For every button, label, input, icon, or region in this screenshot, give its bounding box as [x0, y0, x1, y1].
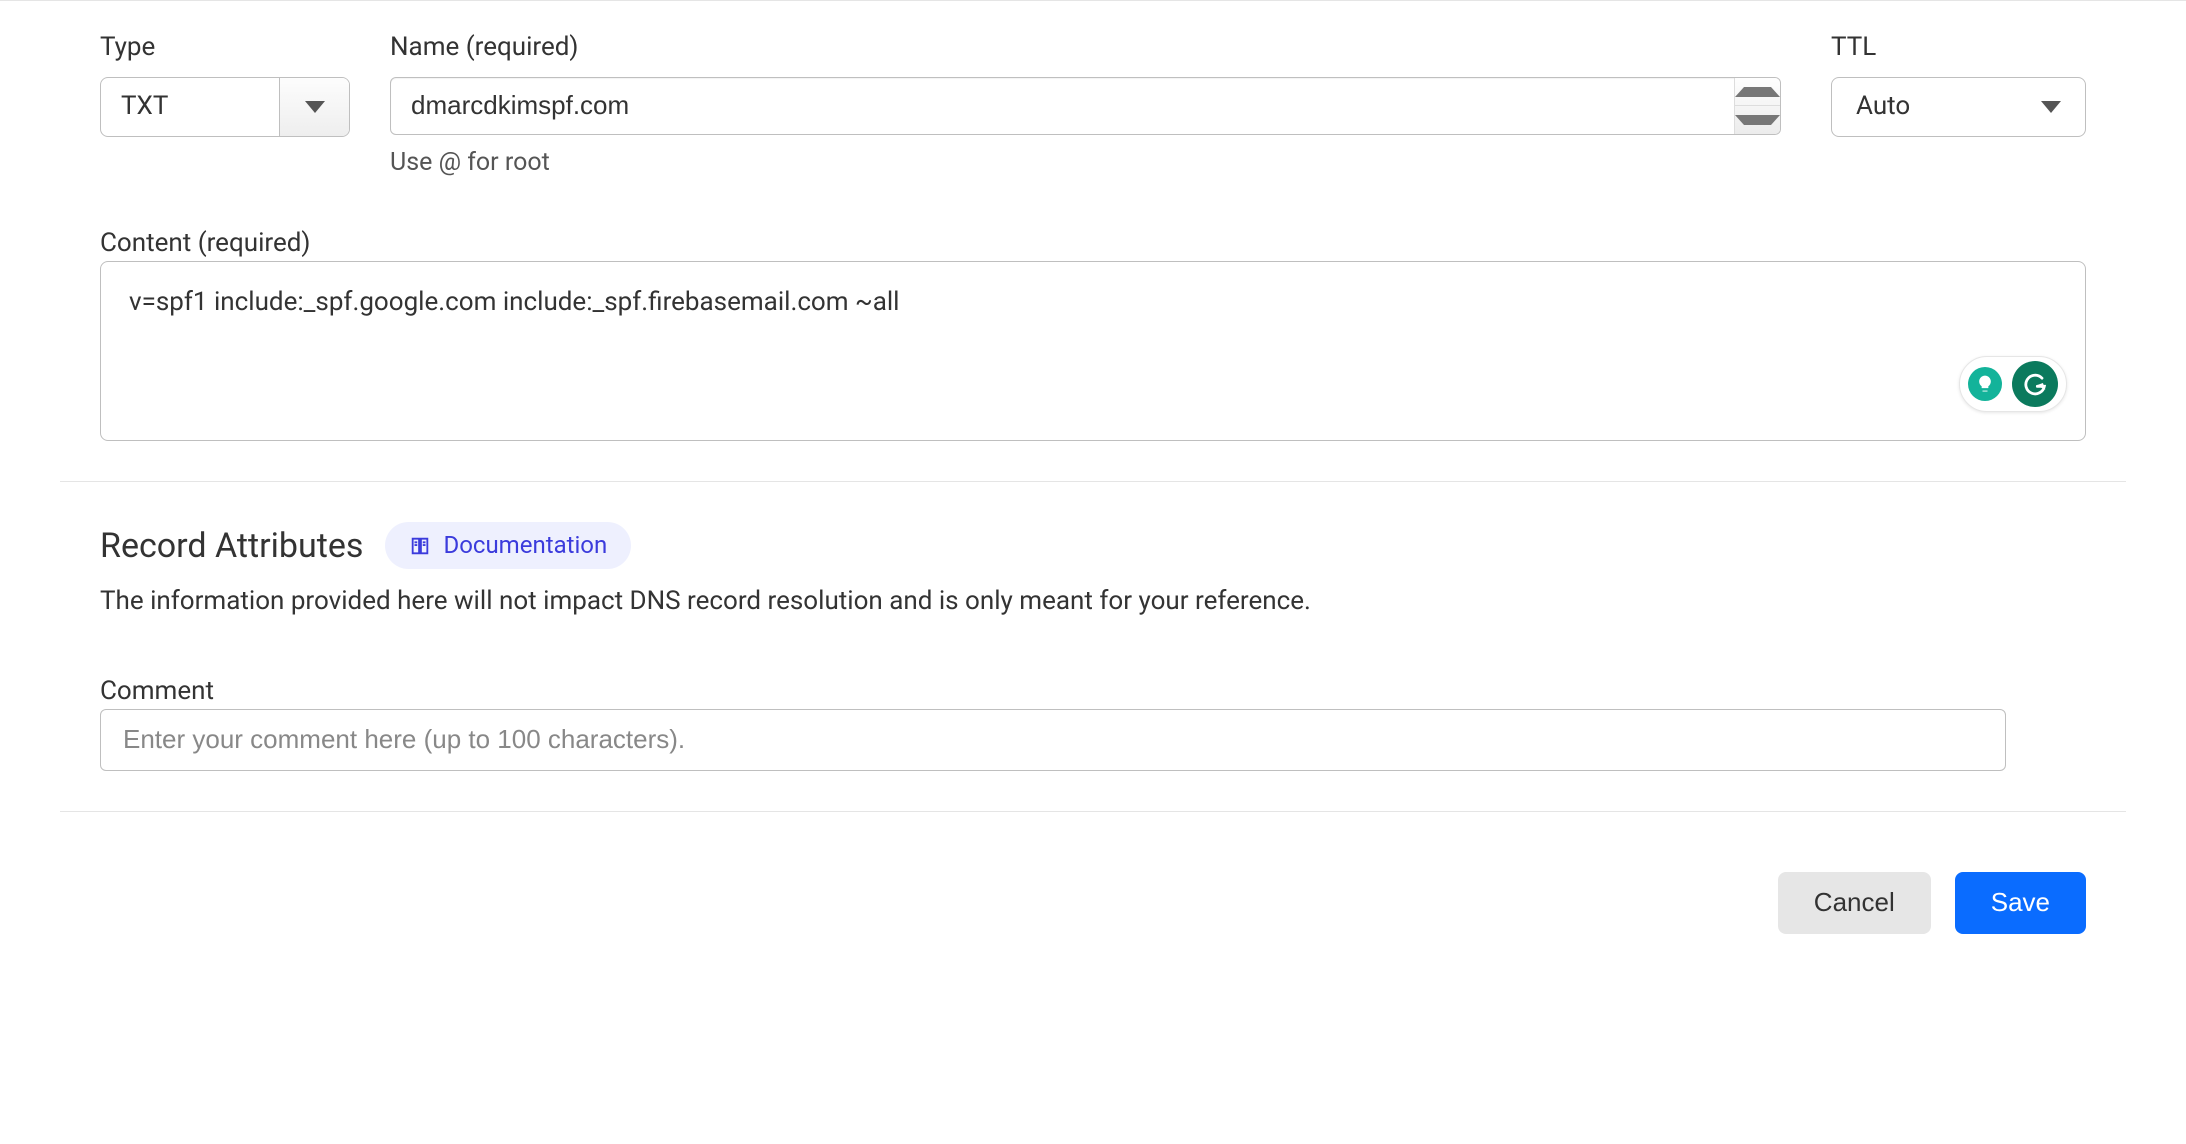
caret-down-icon: [305, 101, 325, 113]
content-value: v=spf1 include:_spf.google.com include:_…: [129, 287, 899, 317]
name-spin-down[interactable]: [1735, 105, 1780, 134]
documentation-link[interactable]: Documentation: [385, 522, 631, 569]
chevron-up-icon: [1735, 87, 1780, 97]
comment-input[interactable]: [100, 709, 2006, 771]
name-field-group: Name (required) Use @ for root: [390, 31, 1781, 179]
grammarly-widget[interactable]: [1959, 356, 2067, 412]
type-field-group: Type TXT: [100, 31, 350, 179]
type-label: Type: [100, 31, 350, 65]
record-attributes-description: The information provided here will not i…: [100, 585, 2006, 619]
top-row: Type TXT Name (required) Use @ for root: [60, 1, 2126, 179]
comment-label: Comment: [100, 676, 214, 706]
ttl-field-group: TTL Auto: [1831, 31, 2086, 179]
book-icon: [409, 535, 431, 557]
documentation-label: Documentation: [443, 530, 607, 561]
name-spin-buttons: [1734, 78, 1780, 134]
ttl-label: TTL: [1831, 31, 2086, 65]
name-input[interactable]: [391, 78, 1734, 134]
record-attributes-section: Record Attributes Documentation The info…: [60, 522, 2126, 771]
name-combobox[interactable]: [390, 77, 1781, 135]
record-attributes-title: Record Attributes: [100, 524, 363, 568]
type-select[interactable]: TXT: [100, 77, 350, 137]
ttl-value: Auto: [1856, 90, 1910, 124]
name-label: Name (required): [390, 31, 1781, 65]
content-field-group: Content (required) v=spf1 include:_spf.g…: [60, 227, 2126, 441]
type-value: TXT: [101, 78, 279, 136]
name-spin-up[interactable]: [1735, 78, 1780, 106]
content-textarea[interactable]: v=spf1 include:_spf.google.com include:_…: [100, 261, 2086, 441]
name-hint: Use @ for root: [390, 147, 1781, 180]
form-footer: Cancel Save: [60, 872, 2126, 934]
content-label: Content (required): [100, 228, 310, 258]
dns-record-form: Type TXT Name (required) Use @ for root: [0, 0, 2186, 1144]
type-dropdown-button[interactable]: [279, 78, 349, 136]
record-attributes-header: Record Attributes Documentation: [100, 522, 2006, 569]
chevron-down-icon: [1735, 115, 1780, 125]
lightbulb-icon: [1968, 367, 2002, 401]
save-button[interactable]: Save: [1955, 872, 2086, 934]
ttl-select[interactable]: Auto: [1831, 77, 2086, 137]
cancel-button[interactable]: Cancel: [1778, 872, 1931, 934]
section-divider: [60, 481, 2126, 482]
grammarly-icon: [2012, 361, 2058, 407]
section-divider: [60, 811, 2126, 812]
caret-down-icon: [2041, 101, 2061, 113]
comment-field-group: Comment: [100, 675, 2006, 771]
